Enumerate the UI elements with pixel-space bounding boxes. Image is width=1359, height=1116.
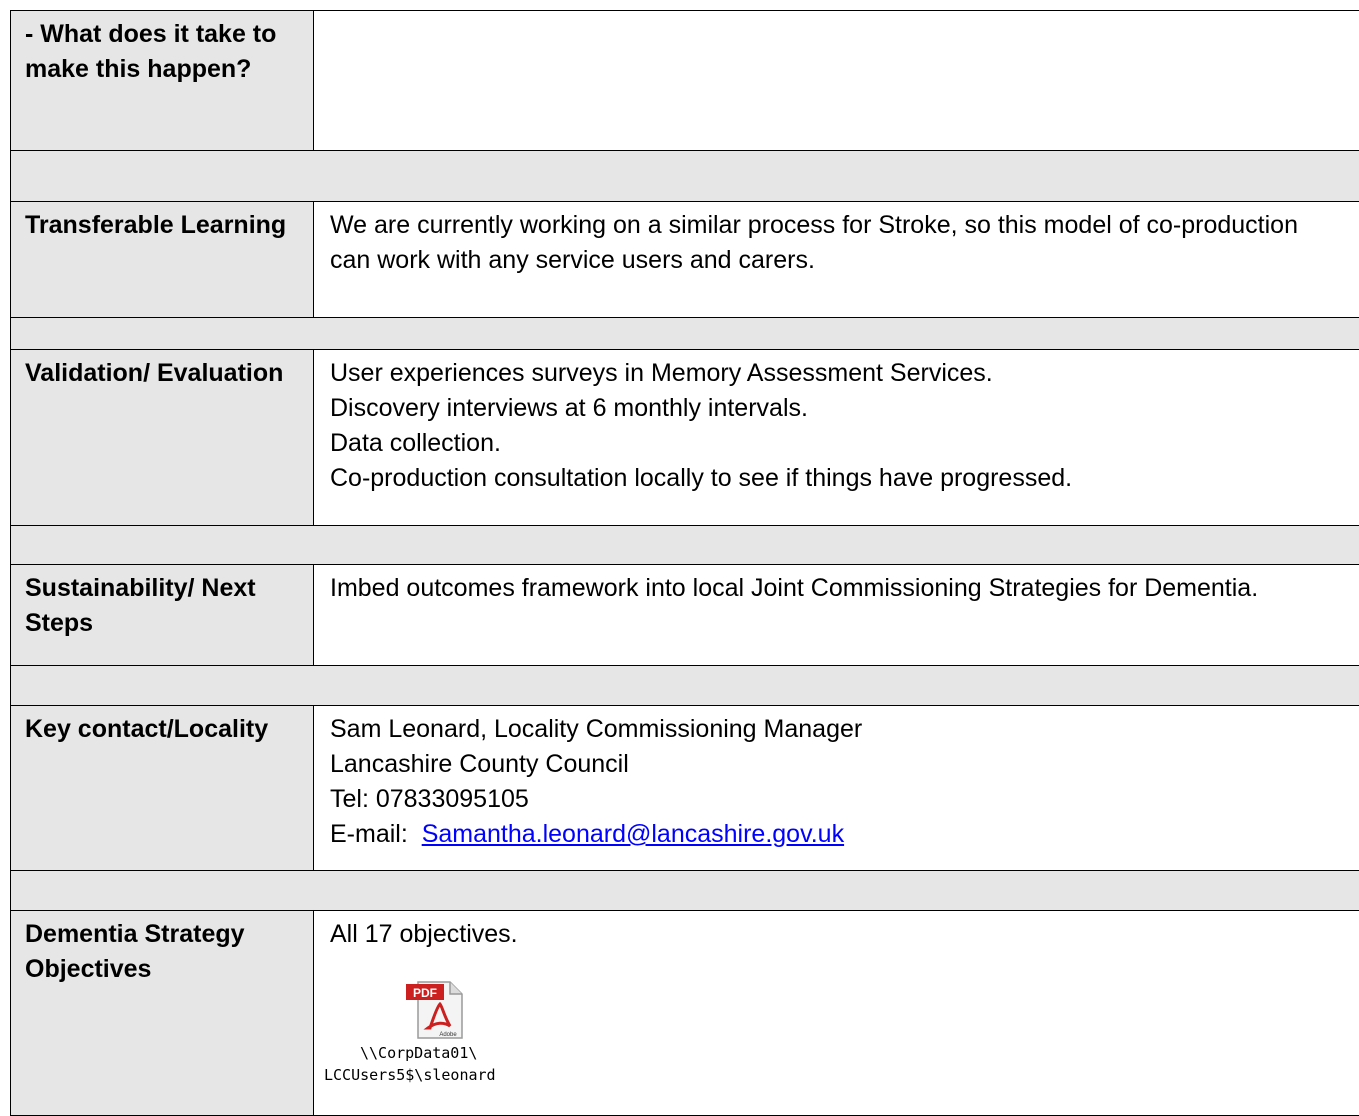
table-row-key-contact: Key contact/Locality Sam Leonard, Locali…	[11, 705, 1359, 870]
attachment-caption: \\CorpData01\ LCCUsers5$\sleonard	[324, 1042, 554, 1086]
row-divider	[11, 317, 1359, 349]
row-content: Sam Leonard, Locality Commissioning Mana…	[314, 706, 1359, 870]
pdf-file-icon: PDF Adobe	[406, 981, 463, 1039]
row-divider	[11, 150, 1359, 201]
table-row-validation-evaluation: Validation/ Evaluation User experiences …	[11, 349, 1359, 525]
row-label: Validation/ Evaluation	[11, 350, 314, 525]
table-row-transferable-learning: Transferable Learning We are currently w…	[11, 201, 1359, 317]
row-content: We are currently working on a similar pr…	[314, 202, 1359, 317]
row-divider	[11, 525, 1359, 564]
table-row-what-it-takes: - What does it take to make this happen?	[11, 10, 1359, 150]
pdf-badge: PDF	[413, 986, 437, 1000]
row-content: User experiences surveys in Memory Asses…	[314, 350, 1359, 525]
email-line: E-mail: Samantha.leonard@lancashire.gov.…	[330, 817, 1344, 852]
email-prefix: E-mail:	[330, 820, 422, 848]
row-label: Key contact/Locality	[11, 706, 314, 870]
pdf-attachment[interactable]: PDF Adobe \\CorpData01\ LCCUsers5$\sleon…	[324, 976, 554, 1086]
table-row-strategy-objectives: Dementia Strategy Objectives All 17 obje…	[11, 910, 1359, 1116]
content-text: We are currently working on a similar pr…	[330, 211, 1298, 274]
row-label: Transferable Learning	[11, 202, 314, 317]
table-row-sustainability: Sustainability/ Next Steps Imbed outcome…	[11, 564, 1359, 665]
row-content: All 17 objectives. PDF Adobe \\CorpData0…	[314, 911, 1359, 1115]
content-text: Tel: 07833095105	[330, 785, 529, 813]
content-text: Imbed outcomes framework into local Join…	[330, 574, 1259, 602]
row-label: Dementia Strategy Objectives	[11, 911, 314, 1115]
content-text: All 17 objectives.	[330, 920, 518, 948]
row-divider	[11, 870, 1359, 910]
content-text: Lancashire County Council	[330, 750, 629, 778]
pdf-maker: Adobe	[439, 1032, 457, 1038]
row-label: Sustainability/ Next Steps	[11, 565, 314, 665]
content-text: Co-production consultation locally to se…	[330, 464, 1073, 492]
content-text: Data collection.	[330, 429, 501, 457]
row-divider	[11, 665, 1359, 705]
document-table: - What does it take to make this happen?…	[10, 10, 1359, 1116]
row-content: Imbed outcomes framework into local Join…	[314, 565, 1359, 665]
attachment-path-line1: \\CorpData01\	[360, 1044, 478, 1062]
content-text: Discovery interviews at 6 monthly interv…	[330, 394, 808, 422]
content-text: Sam Leonard, Locality Commissioning Mana…	[330, 715, 863, 743]
attachment-path-line2: LCCUsers5$\sleonard	[324, 1066, 496, 1084]
email-link[interactable]: Samantha.leonard@lancashire.gov.uk	[422, 820, 844, 848]
row-content	[314, 11, 1359, 150]
row-label: - What does it take to make this happen?	[11, 11, 314, 150]
content-text: User experiences surveys in Memory Asses…	[330, 359, 993, 387]
